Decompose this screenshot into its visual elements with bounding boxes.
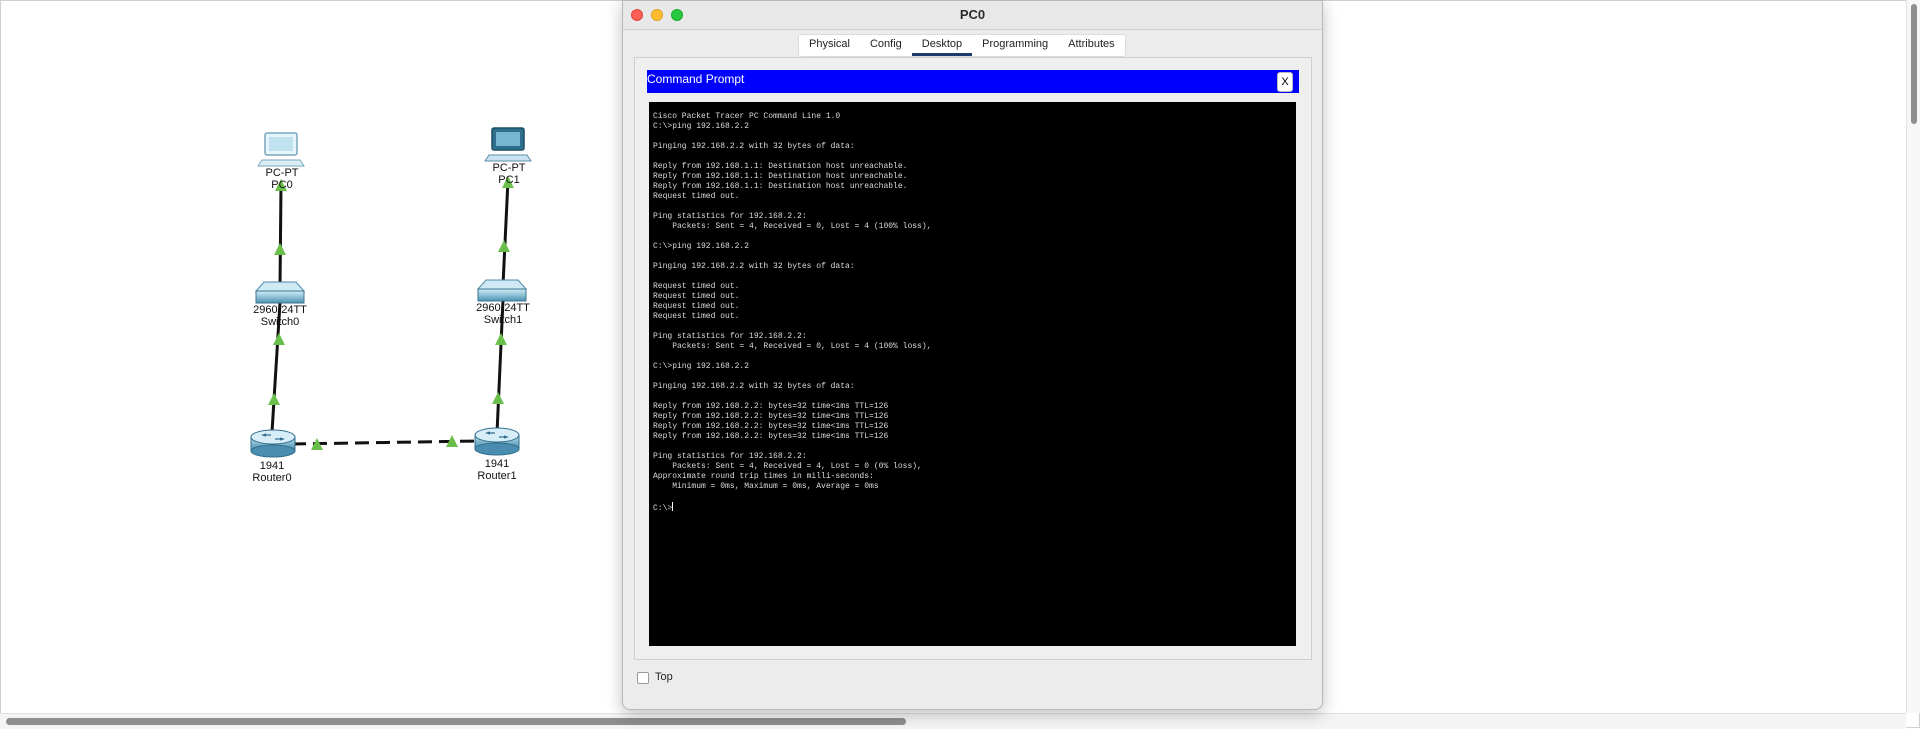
router0-label: 1941 Router0 — [252, 460, 291, 484]
link-up-icon — [273, 333, 285, 345]
link-up-icon — [495, 333, 507, 345]
switch1-name: Switch1 — [483, 314, 523, 326]
terminal-line: Ping statistics for 192.168.2.2: — [653, 332, 807, 341]
switch1-model: 2960-24TT — [476, 302, 530, 314]
terminal-line: C:\>ping 192.168.2.2 — [653, 362, 750, 371]
window-title: PC0 — [959, 7, 986, 22]
terminal-line: Reply from 192.168.1.1: Destination host… — [653, 162, 908, 171]
pc1-model: PC-PT — [492, 162, 526, 174]
vertical-scrollbar[interactable] — [1906, 0, 1920, 713]
pc0-label: PC-PT PC0 — [266, 167, 299, 191]
terminal-line: Reply from 192.168.2.2: bytes=32 time<1m… — [653, 402, 889, 411]
command-prompt-close-button[interactable]: X — [1277, 72, 1293, 92]
horizontal-scrollbar[interactable] — [0, 713, 1906, 729]
switch0-model: 2960-24TT — [253, 304, 307, 316]
pc0-model: PC-PT — [265, 167, 299, 179]
link-pc1-switch1[interactable] — [501, 179, 510, 286]
pc0-window: PC0 Physical Config Desktop Programming … — [622, 0, 1323, 710]
switch0-name: Switch0 — [260, 316, 300, 328]
terminal-line: Pinging 192.168.2.2 with 32 bytes of dat… — [653, 262, 855, 271]
router1-icon[interactable] — [474, 427, 520, 456]
terminal-line: Cisco Packet Tracer PC Command Line 1.0 — [653, 112, 841, 121]
pc1-name: PC1 — [498, 174, 520, 186]
terminal-line: Reply from 192.168.2.2: bytes=32 time<1m… — [653, 422, 889, 431]
tab-physical[interactable]: Physical — [799, 35, 860, 56]
command-prompt-title: Command Prompt — [647, 72, 745, 86]
terminal-text: Cisco Packet Tracer PC Command Line 1.0 … — [653, 112, 931, 514]
terminal-line: Reply from 192.168.1.1: Destination host… — [653, 182, 908, 191]
switch1-label: 2960-24TT Switch1 — [476, 302, 530, 326]
terminal-line: Reply from 192.168.1.1: Destination host… — [653, 172, 908, 181]
link-up-icon — [268, 393, 280, 405]
terminal-line: Ping statistics for 192.168.2.2: — [653, 452, 807, 461]
terminal-line: C:\>ping 192.168.2.2 — [653, 122, 750, 131]
terminal-line: Request timed out. — [653, 292, 740, 301]
terminal-line: Approximate round trip times in milli-se… — [653, 472, 874, 481]
top-checkbox-label: Top — [655, 671, 673, 683]
router0-model: 1941 — [259, 460, 285, 472]
text-cursor — [672, 502, 674, 511]
terminal-line: Request timed out. — [653, 302, 740, 311]
link-pc0-switch0[interactable] — [278, 184, 283, 289]
device-tabs: Physical Config Desktop Programming Attr… — [798, 34, 1126, 57]
terminal-line: Minimum = 0ms, Maximum = 0ms, Average = … — [653, 482, 879, 491]
terminal-line: Reply from 192.168.2.2: bytes=32 time<1m… — [653, 432, 889, 441]
link-up-icon — [274, 243, 286, 255]
terminal-line: Request timed out. — [653, 192, 740, 201]
terminal-line: Pinging 192.168.2.2 with 32 bytes of dat… — [653, 382, 855, 391]
router0-name: Router0 — [252, 472, 292, 484]
switch1-icon[interactable] — [476, 279, 528, 302]
horizontal-scrollbar-thumb[interactable] — [6, 718, 906, 725]
terminal-line: Reply from 192.168.2.2: bytes=32 time<1m… — [653, 412, 889, 421]
terminal-line: Pinging 192.168.2.2 with 32 bytes of dat… — [653, 142, 855, 151]
router1-name: Router1 — [477, 470, 517, 482]
terminal-line: Request timed out. — [653, 312, 740, 321]
pc0-icon[interactable] — [257, 132, 305, 167]
terminal-line: Packets: Sent = 4, Received = 4, Lost = … — [653, 462, 922, 471]
tab-desktop[interactable]: Desktop — [911, 35, 973, 56]
command-prompt-header: Command Prompt X — [647, 70, 1299, 93]
switch0-label: 2960-24TT Switch0 — [253, 304, 307, 328]
router0-icon[interactable] — [250, 429, 296, 458]
top-checkbox[interactable] — [637, 672, 649, 684]
tab-programming[interactable]: Programming — [972, 35, 1058, 56]
terminal-line: Packets: Sent = 4, Received = 0, Lost = … — [653, 222, 932, 231]
router1-label: 1941 Router1 — [477, 458, 516, 482]
desktop-panel: Command Prompt X Cisco Packet Tracer PC … — [634, 57, 1312, 660]
switch0-icon[interactable] — [254, 281, 306, 304]
terminal-output[interactable]: Cisco Packet Tracer PC Command Line 1.0 … — [649, 102, 1296, 646]
terminal-line: C:\> — [653, 504, 673, 513]
terminal-line: C:\>ping 192.168.2.2 — [653, 242, 750, 251]
link-up-icon — [492, 392, 504, 404]
router1-model: 1941 — [484, 458, 510, 470]
pc0-name: PC0 — [271, 179, 293, 191]
terminal-line: Packets: Sent = 4, Received = 0, Lost = … — [653, 342, 932, 351]
terminal-line: Ping statistics for 192.168.2.2: — [653, 212, 807, 221]
pc1-icon[interactable] — [484, 127, 532, 162]
tab-config[interactable]: Config — [860, 35, 912, 56]
pc1-label: PC-PT PC1 — [493, 162, 526, 186]
tab-attributes[interactable]: Attributes — [1058, 35, 1124, 56]
vertical-scrollbar-thumb[interactable] — [1911, 4, 1917, 124]
link-up-icon — [498, 240, 510, 252]
terminal-line: Request timed out. — [653, 282, 740, 291]
window-titlebar[interactable]: PC0 — [623, 1, 1322, 30]
